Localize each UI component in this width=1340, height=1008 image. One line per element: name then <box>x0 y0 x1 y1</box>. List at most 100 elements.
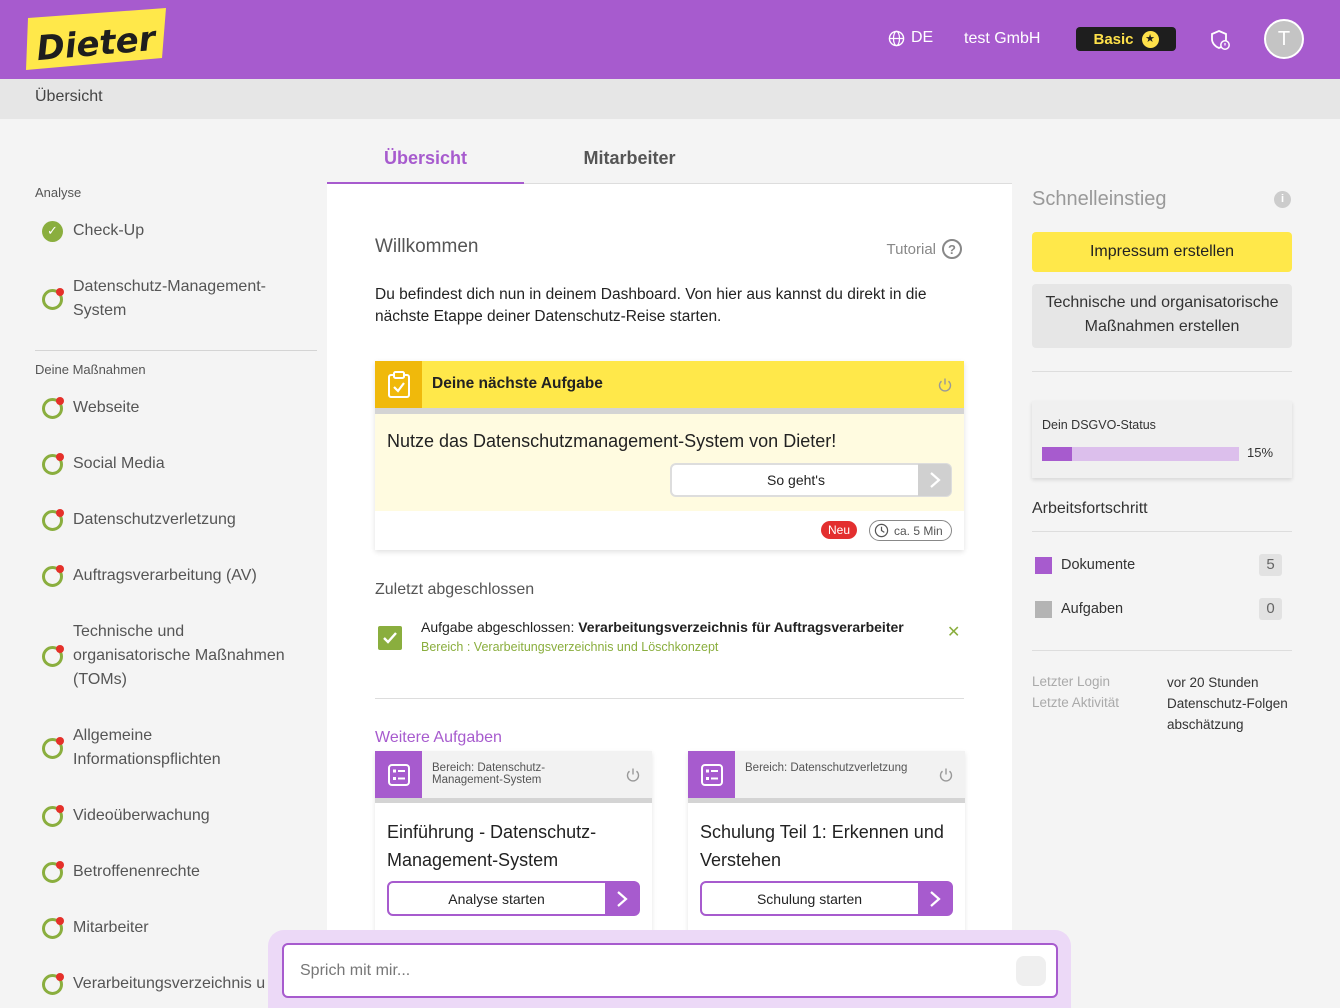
sidebar-item-mitarbeiter[interactable]: Mitarbeiter <box>42 916 302 940</box>
sidebar-item-auftragsverarbeitung[interactable]: Auftragsverarbeitung (AV) <box>42 564 302 588</box>
progress-ring-icon <box>42 396 64 419</box>
gdpr-status-label: Dein DSGVO-Status <box>1042 418 1156 432</box>
task-area: Bereich: Datenschutz-Management-System <box>432 762 546 786</box>
sidebar-item-label: Videoüberwachung <box>73 807 210 824</box>
progress-ring-icon <box>42 736 64 759</box>
create-imprint-button[interactable]: Impressum erstellen <box>1032 232 1292 272</box>
task-area: Bereich: Datenschutzverletzung <box>745 762 908 774</box>
completed-task-area[interactable]: Bereich : Verarbeitungsverzeichnis und L… <box>421 640 718 654</box>
task-card-header: Bereich: Datenschutzverletzung <box>688 751 965 798</box>
duration-label: ca. 5 Min <box>894 523 943 538</box>
chat-bar <box>268 930 1071 1008</box>
checkbox-checked-icon <box>378 626 402 650</box>
close-icon[interactable]: ✕ <box>947 622 960 642</box>
duration-badge: ca. 5 Min <box>869 520 952 541</box>
plan-label: Basic <box>1093 30 1134 48</box>
task-title: Einführung - Datenschutz-Management-Syst… <box>387 822 597 870</box>
clipboard-check-icon <box>375 361 422 408</box>
sidebar-item-betroffenenrechte[interactable]: Betroffenenrechte <box>42 860 302 884</box>
dieter-logo[interactable]: Dieter <box>26 8 168 70</box>
send-icon[interactable] <box>1016 956 1046 986</box>
start-training-label: Schulung starten <box>756 890 863 907</box>
chevron-right-icon <box>918 464 951 496</box>
divider <box>1032 371 1292 372</box>
sidebar-item-label: Datenschutz-Management-System <box>73 278 266 319</box>
tab-overview[interactable]: Übersicht <box>327 138 524 184</box>
completed-task-line: Aufgabe abgeschlossen: Verarbeitungsverz… <box>421 619 904 635</box>
last-activity-label: Letzte Aktivität <box>1032 695 1120 710</box>
sidebar-section-measures: Deine Maßnahmen <box>35 362 146 377</box>
start-training-button[interactable]: Schulung starten <box>700 881 953 916</box>
quickstart-title: Schnelleinstieg <box>1032 188 1167 210</box>
sidebar-item-dsms[interactable]: Datenschutz-Management-System <box>42 275 302 323</box>
checklist-icon <box>375 751 422 798</box>
sidebar-item-social-media[interactable]: Social Media <box>42 452 302 476</box>
star-icon: ★ <box>1141 30 1159 48</box>
card-separator <box>375 798 652 803</box>
breadcrumb: Übersicht <box>0 79 1340 119</box>
intro-text: Du befindest dich nun in deinem Dashboar… <box>375 286 927 325</box>
sidebar: Analyse ✓ Check-Up Datenschutz-Managemen… <box>0 119 326 1008</box>
sidebar-item-label: Betroffenenrechte <box>73 863 200 880</box>
sidebar-item-verarbeitungsverzeichnis[interactable]: Verarbeitungsverzeichnis u <box>42 972 302 996</box>
how-it-works-button[interactable]: So geht's <box>670 463 952 497</box>
next-task-text: Nutze das Datenschutzmanagement-System v… <box>387 431 837 451</box>
next-task-card: Deine nächste Aufgabe Nutze das Datensch… <box>375 361 964 550</box>
tab-employees[interactable]: Mitarbeiter <box>532 138 727 184</box>
completed-prefix: Aufgabe abgeschlossen: <box>421 619 575 635</box>
avatar[interactable]: T <box>1264 19 1304 59</box>
divider <box>1032 531 1292 532</box>
legend-swatch <box>1035 600 1052 618</box>
work-progress-title: Arbeitsfortschritt <box>1032 500 1148 517</box>
task-title: Schulung Teil 1: Erkennen und Verstehen <box>700 822 944 870</box>
sidebar-item-webseite[interactable]: Webseite <box>42 396 302 420</box>
sidebar-item-datenschutzverletzung[interactable]: Datenschutzverletzung <box>42 508 302 532</box>
task-card-header: Bereich: Datenschutz-Management-System <box>375 751 652 798</box>
tab-bar: Übersicht Mitarbeiter <box>327 138 1012 184</box>
chevron-right-icon <box>918 882 952 915</box>
shield-notification-icon[interactable] <box>1208 28 1232 52</box>
sidebar-item-informationspflichten[interactable]: Allgemeine Informationspflichten <box>42 724 302 772</box>
sidebar-item-label: Verarbeitungsverzeichnis u <box>73 975 266 992</box>
task-card: Bereich: Datenschutzverletzung Schulung … <box>688 751 965 936</box>
tutorial-link[interactable]: Tutorial ? <box>887 239 962 259</box>
plan-badge[interactable]: Basic ★ <box>1076 27 1176 51</box>
gdpr-status-percent: 15% <box>1247 445 1274 460</box>
checklist-icon <box>688 751 735 798</box>
sidebar-divider <box>35 350 317 351</box>
progress-ring-icon <box>42 287 64 310</box>
main-panel: Willkommen Tutorial ? Du befindest dich … <box>327 184 1012 944</box>
sidebar-item-label: Social Media <box>73 455 165 472</box>
sidebar-item-label: Datenschutzverletzung <box>73 511 236 528</box>
sidebar-item-videoueberwachung[interactable]: Videoüberwachung <box>42 804 302 828</box>
tutorial-label: Tutorial <box>886 240 936 258</box>
sidebar-item-checkup[interactable]: ✓ Check-Up <box>42 219 302 243</box>
card-separator <box>688 798 965 803</box>
legend-item-documents: Dokumente 5 <box>1035 553 1282 577</box>
legend-count: 5 <box>1259 554 1282 576</box>
power-icon[interactable] <box>938 767 954 783</box>
legend-item-tasks: Aufgaben 0 <box>1035 597 1282 621</box>
sidebar-item-toms[interactable]: Technische und organisatorische Maßnahme… <box>42 620 302 692</box>
last-login-value: vor 20 Stunden <box>1167 675 1259 690</box>
create-toms-button[interactable]: Technische und organisatorische Maßnahme… <box>1032 284 1292 348</box>
completed-task-name: Verarbeitungsverzeichnis für Auftragsver… <box>578 619 904 635</box>
progress-ring-icon <box>42 804 64 827</box>
power-icon[interactable] <box>937 377 953 393</box>
sidebar-item-label: Auftragsverarbeitung (AV) <box>73 567 257 584</box>
legend-label: Aufgaben <box>1061 601 1124 617</box>
progress-ring-icon <box>42 860 64 883</box>
power-icon[interactable] <box>625 767 641 783</box>
sidebar-item-label: Allgemeine Informationspflichten <box>73 727 221 768</box>
company-name[interactable]: test GmbH <box>964 30 1040 48</box>
start-analysis-button[interactable]: Analyse starten <box>387 881 640 916</box>
legend-count: 0 <box>1259 598 1282 620</box>
language-selector[interactable]: DE <box>888 29 933 47</box>
last-activity-value: Datenschutz-Folgenabschätzung <box>1167 696 1288 732</box>
progress-ring-icon <box>42 564 64 587</box>
sidebar-item-label: Technische und organisatorische Maßnahme… <box>73 623 285 688</box>
chat-input[interactable] <box>282 943 1058 998</box>
info-icon[interactable]: i <box>1274 191 1291 208</box>
section-divider <box>375 698 964 699</box>
legend-label: Dokumente <box>1061 557 1136 573</box>
